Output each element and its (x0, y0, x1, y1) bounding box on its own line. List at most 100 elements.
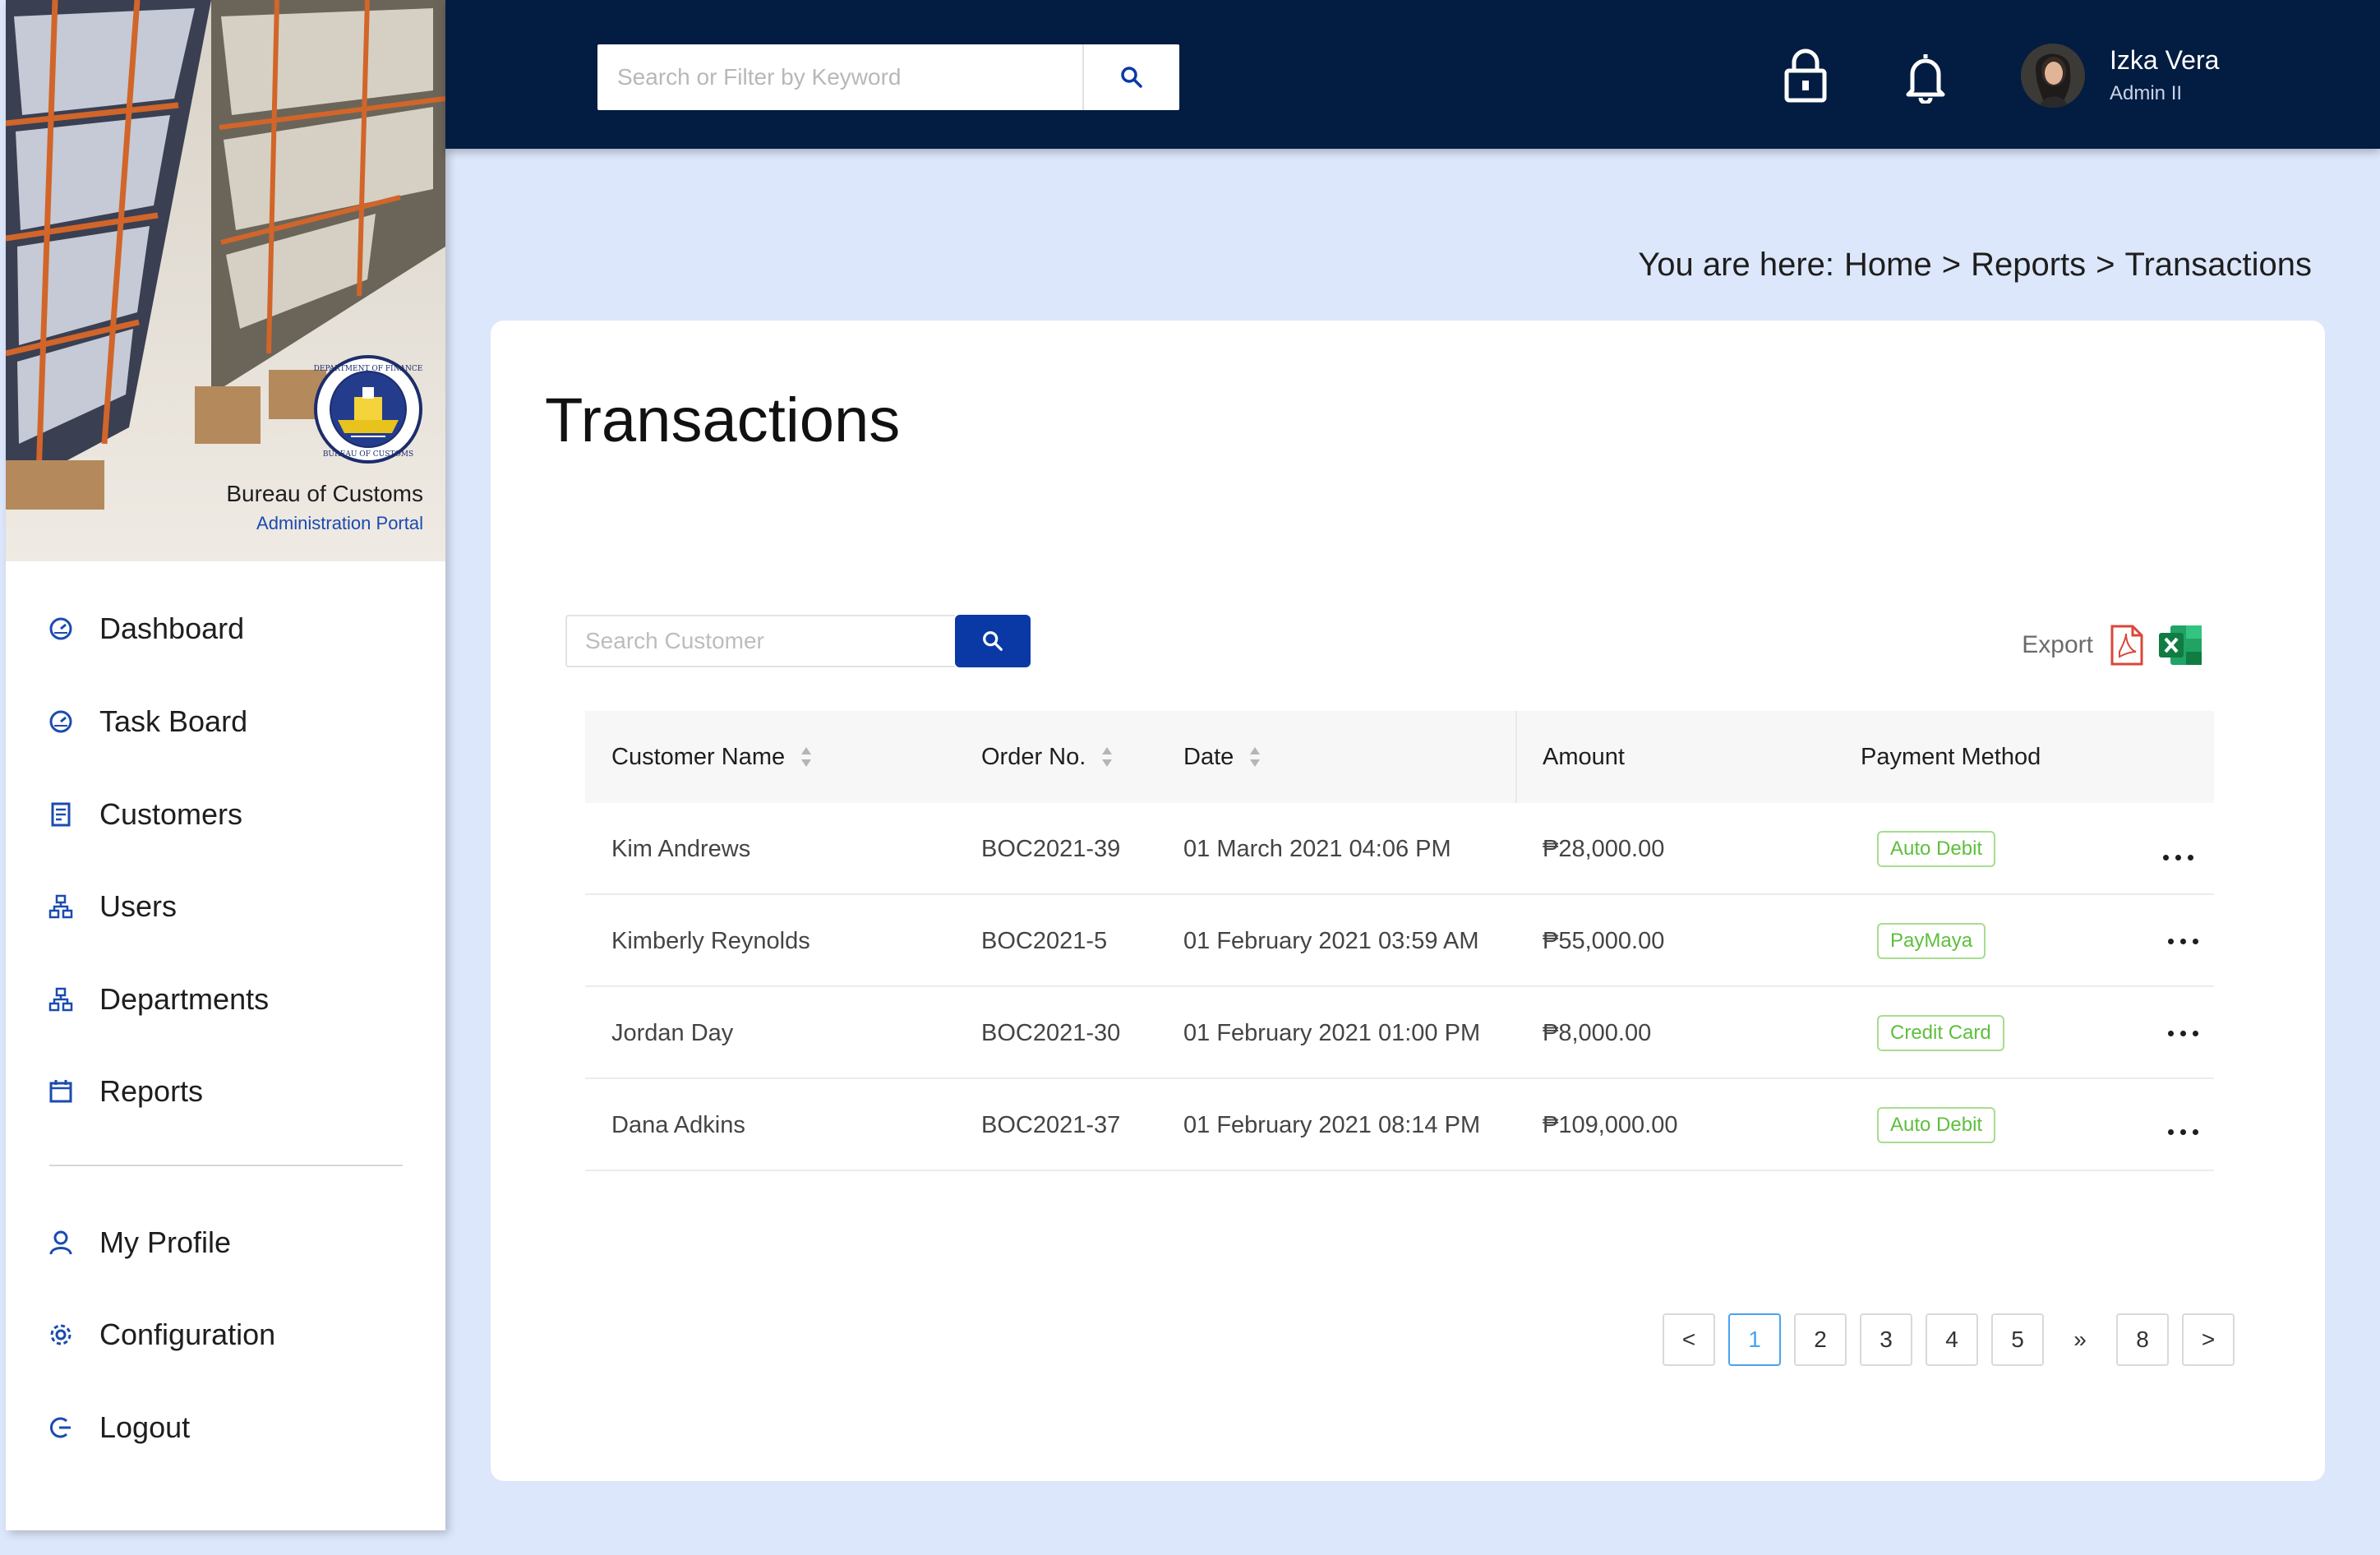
cell-order: BOC2021-37 (981, 1111, 1121, 1138)
cell-amount: ₱28,000.00 (1543, 835, 1665, 862)
pagination-page-1[interactable]: 1 (1728, 1313, 1781, 1366)
user-role: Admin II (2110, 82, 2183, 104)
avatar[interactable] (2021, 44, 2085, 108)
pagination-page-4[interactable]: 4 (1926, 1313, 1978, 1366)
sidebar-item-task-board[interactable]: Task Board (47, 697, 247, 746)
sidebar-item-logout[interactable]: Logout (47, 1403, 190, 1452)
org-chart-icon (48, 894, 73, 919)
pagination-page-3[interactable]: 3 (1860, 1313, 1912, 1366)
svg-text:DEPARTMENT OF FINANCE: DEPARTMENT OF FINANCE (314, 365, 423, 373)
pagination-prev-button[interactable]: < (1663, 1313, 1715, 1366)
payment-method-badge: Auto Debit (1877, 1107, 1996, 1143)
excel-icon[interactable] (2157, 623, 2203, 667)
customer-search-input[interactable] (565, 615, 955, 667)
column-header-date[interactable]: Date (1183, 711, 1261, 803)
sidebar-item-dashboard[interactable]: Dashboard (47, 604, 244, 653)
user-icon (49, 1230, 72, 1255)
cell-date: 01 February 2021 03:59 AM (1183, 927, 1479, 954)
cell-customer: Kim Andrews (611, 835, 751, 862)
dashboard-icon (49, 710, 72, 733)
column-header-amount: Amount (1543, 711, 1625, 803)
column-header-customer-name[interactable]: Customer Name (611, 711, 813, 803)
calendar-icon (49, 1080, 72, 1103)
sidebar-item-label: Users (99, 889, 178, 923)
warehouse-image (6, 0, 445, 561)
pagination-page-2[interactable]: 2 (1794, 1313, 1847, 1366)
sidebar: DEPARTMENT OF FINANCE BUREAU OF CUSTOMS … (6, 0, 445, 1530)
pagination-jump-button[interactable]: » (2057, 1313, 2103, 1366)
cell-amount: ₱8,000.00 (1543, 1019, 1652, 1046)
dashboard-icon (49, 617, 72, 640)
search-icon (1121, 67, 1142, 88)
breadcrumb: You are here: Home > Reports > Transacti… (1638, 247, 2312, 284)
sidebar-item-my-profile[interactable]: My Profile (47, 1218, 231, 1267)
sidebar-divider (49, 1165, 403, 1166)
cell-date: 01 February 2021 08:14 PM (1183, 1111, 1481, 1138)
row-actions-button[interactable] (2158, 925, 2207, 957)
logout-icon (50, 1417, 71, 1438)
row-actions-button[interactable] (2153, 841, 2202, 874)
sort-icon (801, 747, 812, 767)
global-search (597, 44, 1179, 110)
sidebar-item-configuration[interactable]: Configuration (47, 1310, 275, 1359)
customer-search-button[interactable] (955, 615, 1031, 667)
cell-customer: Dana Adkins (611, 1111, 745, 1138)
payment-method-badge: PayMaya (1877, 923, 1986, 959)
lock-icon[interactable] (1783, 46, 1829, 104)
column-header-label: Customer Name (611, 743, 786, 770)
breadcrumb-home[interactable]: Home (1844, 247, 1932, 284)
global-search-button[interactable] (1082, 44, 1179, 110)
column-header-label: Payment Method (1861, 743, 2041, 770)
cell-customer: Kimberly Reynolds (611, 927, 810, 954)
payment-method-badge: Auto Debit (1877, 831, 1996, 867)
row-actions-button[interactable] (2158, 1115, 2207, 1148)
breadcrumb-reports[interactable]: Reports (1971, 247, 2086, 284)
sort-icon (1250, 747, 1261, 767)
column-header-order-no[interactable]: Order No. (981, 711, 1114, 803)
cell-order: BOC2021-5 (981, 927, 1108, 954)
sidebar-item-departments[interactable]: Departments (47, 975, 269, 1024)
table-row[interactable]: Dana Adkins BOC2021-37 01 February 2021 … (585, 1079, 2214, 1171)
sort-icon (1102, 747, 1113, 767)
bureau-of-customs-seal: DEPARTMENT OF FINANCE BUREAU OF CUSTOMS (314, 355, 423, 464)
export-label: Export (2022, 631, 2093, 658)
warehouse-banner: DEPARTMENT OF FINANCE BUREAU OF CUSTOMS … (6, 0, 445, 561)
sidebar-item-label: Departments (99, 982, 270, 1016)
user-photo (2021, 44, 2085, 108)
row-actions-button[interactable] (2158, 1017, 2207, 1050)
user-name: Izka Vera (2110, 45, 2220, 75)
sidebar-item-customers[interactable]: Customers (47, 790, 242, 839)
cell-order: BOC2021-39 (981, 835, 1121, 862)
table-row[interactable]: Kim Andrews BOC2021-39 01 March 2021 04:… (585, 803, 2214, 895)
transactions-table: Customer Name Order No. Date Amount Paym… (585, 711, 2214, 1171)
pagination-page-5[interactable]: 5 (1991, 1313, 2044, 1366)
cell-order: BOC2021-30 (981, 1019, 1121, 1046)
column-header-label: Date (1183, 743, 1234, 770)
sidebar-item-label: Dashboard (99, 611, 245, 645)
sidebar-item-label: Configuration (99, 1317, 276, 1351)
pdf-icon[interactable] (2110, 624, 2144, 667)
table-row[interactable]: Kimberly Reynolds BOC2021-5 01 February … (585, 895, 2214, 987)
bell-icon[interactable] (1904, 51, 1947, 104)
cell-date: 01 February 2021 01:00 PM (1183, 1019, 1481, 1046)
global-search-input[interactable] (597, 44, 1082, 110)
pagination-next-button[interactable]: > (2182, 1313, 2235, 1366)
export-group: Export (2022, 623, 2203, 667)
brand-subtitle: Administration Portal (256, 513, 423, 533)
search-icon (983, 631, 1003, 651)
pagination-page-last[interactable]: 8 (2116, 1313, 2169, 1366)
pagination: < 1 2 3 4 5 » 8 > (1663, 1313, 2235, 1366)
breadcrumb-separator: > (2096, 247, 2115, 283)
breadcrumb-prefix: You are here: (1638, 247, 1835, 283)
sidebar-item-reports[interactable]: Reports (47, 1067, 203, 1116)
sidebar-item-label: Logout (99, 1410, 191, 1444)
sidebar-item-users[interactable]: Users (47, 882, 177, 931)
column-header-label: Order No. (981, 743, 1086, 770)
breadcrumb-current: Transactions (2124, 247, 2313, 283)
column-separator (1515, 711, 1517, 803)
payment-method-badge: Credit Card (1877, 1015, 2004, 1051)
table-row[interactable]: Jordan Day BOC2021-30 01 February 2021 0… (585, 987, 2214, 1079)
sidebar-item-label: Customers (99, 797, 243, 831)
cell-customer: Jordan Day (611, 1019, 734, 1046)
sidebar-item-label: Task Board (99, 704, 248, 738)
